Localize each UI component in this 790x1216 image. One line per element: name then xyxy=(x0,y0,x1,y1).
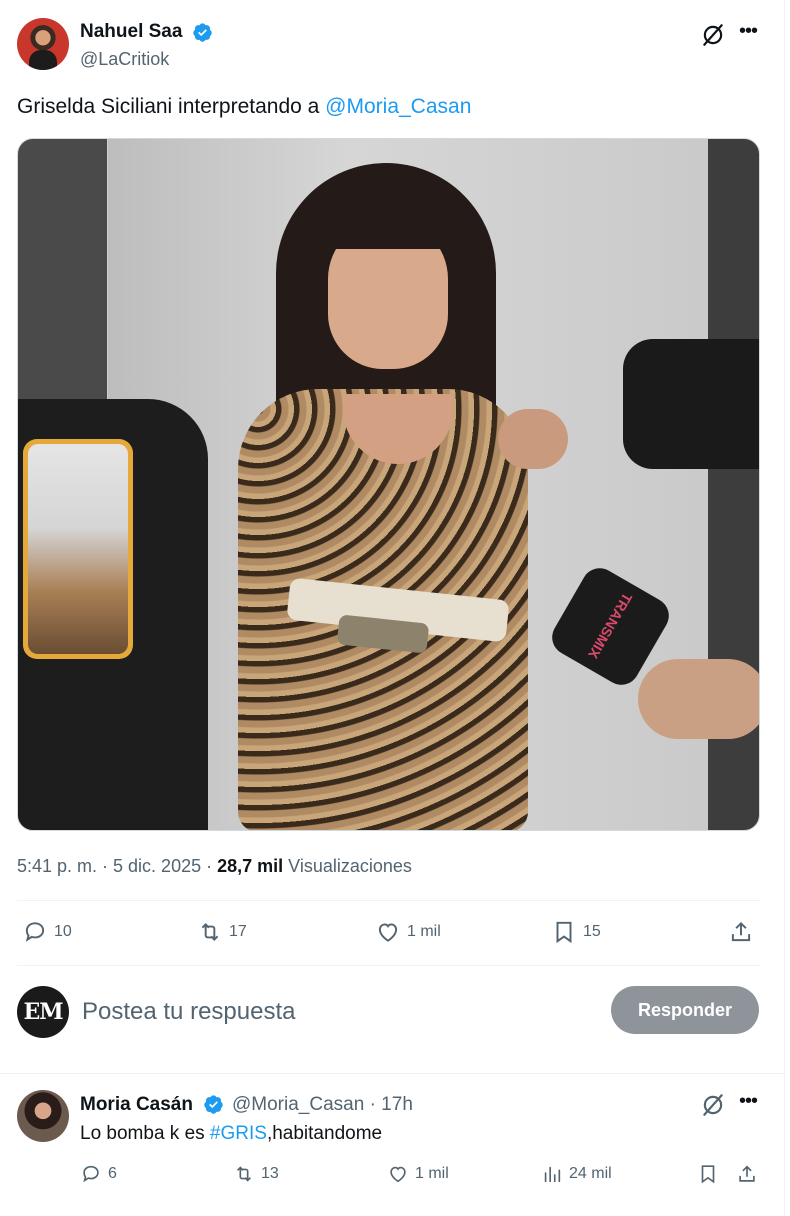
photo-hand-on-shoulder xyxy=(498,409,568,469)
reply-text-body: Lo bomba k es xyxy=(80,1123,210,1144)
heart-icon xyxy=(378,923,398,942)
author-handle[interactable]: @LaCritiok xyxy=(80,49,169,70)
reply-like-action[interactable]: 1 mil xyxy=(387,1163,449,1185)
photo-person-right-arm xyxy=(623,339,759,469)
tweet-detail-column: Nahuel Saa @LaCritiok ••• Griselda Sicil… xyxy=(0,0,785,1216)
tweet-photo[interactable]: TRANSMIX xyxy=(17,138,760,831)
reply-input[interactable] xyxy=(82,995,582,1029)
share-action[interactable] xyxy=(728,919,754,945)
tweet-timestamp[interactable]: 5:41 p. m. · 5 dic. 2025 · xyxy=(17,856,217,876)
reply-bookmark-action[interactable] xyxy=(697,1163,719,1185)
reply-handle-text[interactable]: @Moria_Casan xyxy=(232,1094,364,1115)
reply-author-handle: @Moria_Casan · 17h xyxy=(232,1094,413,1116)
author-name[interactable]: Nahuel Saa xyxy=(80,21,182,43)
thread-separator xyxy=(0,1073,785,1074)
bookmark-action[interactable]: 15 xyxy=(551,919,601,945)
reply-repost-action[interactable]: 13 xyxy=(233,1163,279,1185)
reply-grok-icon[interactable] xyxy=(700,1092,726,1118)
reply-share-icon xyxy=(739,1165,755,1182)
like-action[interactable]: 1 mil xyxy=(375,919,441,945)
reply-verified-badge-icon xyxy=(204,1095,223,1114)
reply-repost-icon xyxy=(236,1166,252,1182)
repost-icon xyxy=(201,923,219,941)
photo-hand-holding-mic xyxy=(638,659,759,739)
tweet-text: Griselda Siciliani interpretando a @Mori… xyxy=(17,95,471,119)
author-avatar[interactable] xyxy=(17,18,69,70)
reply-heart-icon xyxy=(390,1166,406,1183)
reply-more-options-icon[interactable]: ••• xyxy=(735,1090,761,1116)
reply-submit-button[interactable]: Responder xyxy=(611,986,759,1034)
tweet-meta: 5:41 p. m. · 5 dic. 2025 · 28,7 mil Visu… xyxy=(17,856,412,877)
bookmark-icon xyxy=(556,921,572,944)
reply-share-action[interactable] xyxy=(736,1163,758,1185)
mention-link[interactable]: @Moria_Casan xyxy=(325,95,471,118)
microphone-logo-text: TRANSMIX xyxy=(585,590,636,662)
views-count: 28,7 mil xyxy=(217,856,284,876)
grok-icon[interactable] xyxy=(700,22,726,48)
reply-author-name[interactable]: Moria Casán xyxy=(80,1094,193,1116)
photo-person-left xyxy=(18,399,208,830)
analytics-icon xyxy=(544,1166,561,1183)
bookmark-count: 15 xyxy=(583,923,601,940)
tweet-text-body: Griselda Siciliani interpretando a xyxy=(17,95,326,118)
like-count: 1 mil xyxy=(407,923,441,940)
hashtag-link[interactable]: #GRIS xyxy=(210,1123,267,1144)
reply-views-count: 24 mil xyxy=(569,1165,612,1182)
reply-like-count: 1 mil xyxy=(415,1165,449,1182)
views-label: Visualizaciones xyxy=(283,856,412,876)
reply-icon xyxy=(25,922,45,942)
divider-top xyxy=(17,900,760,901)
reply-bookmark-icon xyxy=(701,1165,715,1184)
reply-reply-action[interactable]: 6 xyxy=(80,1163,117,1185)
photo-subject-bangs xyxy=(318,199,458,249)
reply-age[interactable]: · 17h xyxy=(364,1094,413,1115)
share-icon xyxy=(731,921,751,942)
reply-action[interactable]: 10 xyxy=(22,919,72,945)
current-user-avatar[interactable]: EM xyxy=(17,986,69,1038)
repost-action[interactable]: 17 xyxy=(197,919,247,945)
reply-reply-icon xyxy=(83,1165,99,1183)
reply-reply-count: 6 xyxy=(108,1165,117,1182)
more-options-icon[interactable]: ••• xyxy=(735,20,761,46)
divider-bottom xyxy=(17,965,760,966)
reply-author-avatar[interactable] xyxy=(17,1090,69,1142)
reply-text-suffix: ,habitandome xyxy=(266,1123,383,1144)
reply-text: Lo bomba k es #GRIS,habitandome xyxy=(80,1123,382,1145)
repost-count: 17 xyxy=(229,923,247,940)
reply-views-action[interactable]: 24 mil xyxy=(541,1163,612,1185)
photo-smartphone xyxy=(23,439,133,659)
reply-count: 10 xyxy=(54,923,72,940)
verified-badge-icon xyxy=(193,23,212,42)
reply-repost-count: 13 xyxy=(261,1165,279,1182)
